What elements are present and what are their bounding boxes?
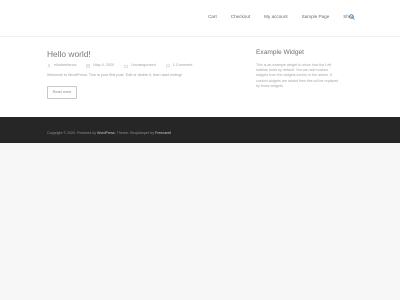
folder-icon (124, 64, 129, 68)
calendar-icon (86, 64, 91, 68)
footer-copyright: Copyright © 2020. (47, 131, 77, 135)
nav-item-cart[interactable]: Cart (208, 14, 217, 20)
widget-title: Example Widget (256, 49, 305, 56)
post-comments[interactable]: 1 Comment (173, 63, 193, 68)
footer-theme-author-link[interactable]: Freecaretl (155, 131, 171, 135)
search-icon[interactable] (349, 14, 355, 20)
widget-text: This is an example widget to show how th… (256, 63, 356, 89)
comment-icon (165, 64, 170, 68)
post-category[interactable]: Uncategorized (131, 63, 155, 68)
post-article: Hello world! elkofreelancs May 4, 2020 U… (47, 49, 237, 99)
post-title[interactable]: Hello world! (47, 49, 237, 59)
sidebar-widget: Example Widget This is an example widget… (256, 49, 356, 89)
nav-item-checkout[interactable]: Checkout (231, 14, 250, 20)
read-more-button[interactable]: Read more (47, 86, 77, 99)
header-divider (0, 36, 400, 37)
footer-credits: Copyright © 2020. Powered by WordPress. … (47, 131, 171, 136)
page-background (0, 143, 400, 300)
user-icon (47, 63, 51, 68)
post-date[interactable]: May 4, 2020 (93, 63, 114, 68)
footer-powered-by: Powered by (77, 131, 97, 135)
footer-theme-text: . Theme: Shopkeeper by (114, 131, 155, 135)
post-author[interactable]: elkofreelancs (54, 63, 76, 68)
site-footer: Copyright © 2020. Powered by WordPress. … (0, 117, 400, 143)
nav-item-my-account[interactable]: My account (264, 14, 288, 20)
post-meta: elkofreelancs May 4, 2020 Uncategorized … (47, 63, 237, 68)
nav-item-sample-page[interactable]: Sample Page (302, 14, 330, 20)
post-excerpt: Welcome to WordPress. This is your first… (47, 73, 183, 77)
site-header: Cart Checkout My account Sample Page Sho… (0, 0, 400, 117)
widget-line: by those widgets. (256, 83, 284, 88)
main-nav: Cart Checkout My account Sample Page Sho… (208, 14, 354, 20)
footer-wordpress-link[interactable]: WordPress (97, 131, 115, 135)
